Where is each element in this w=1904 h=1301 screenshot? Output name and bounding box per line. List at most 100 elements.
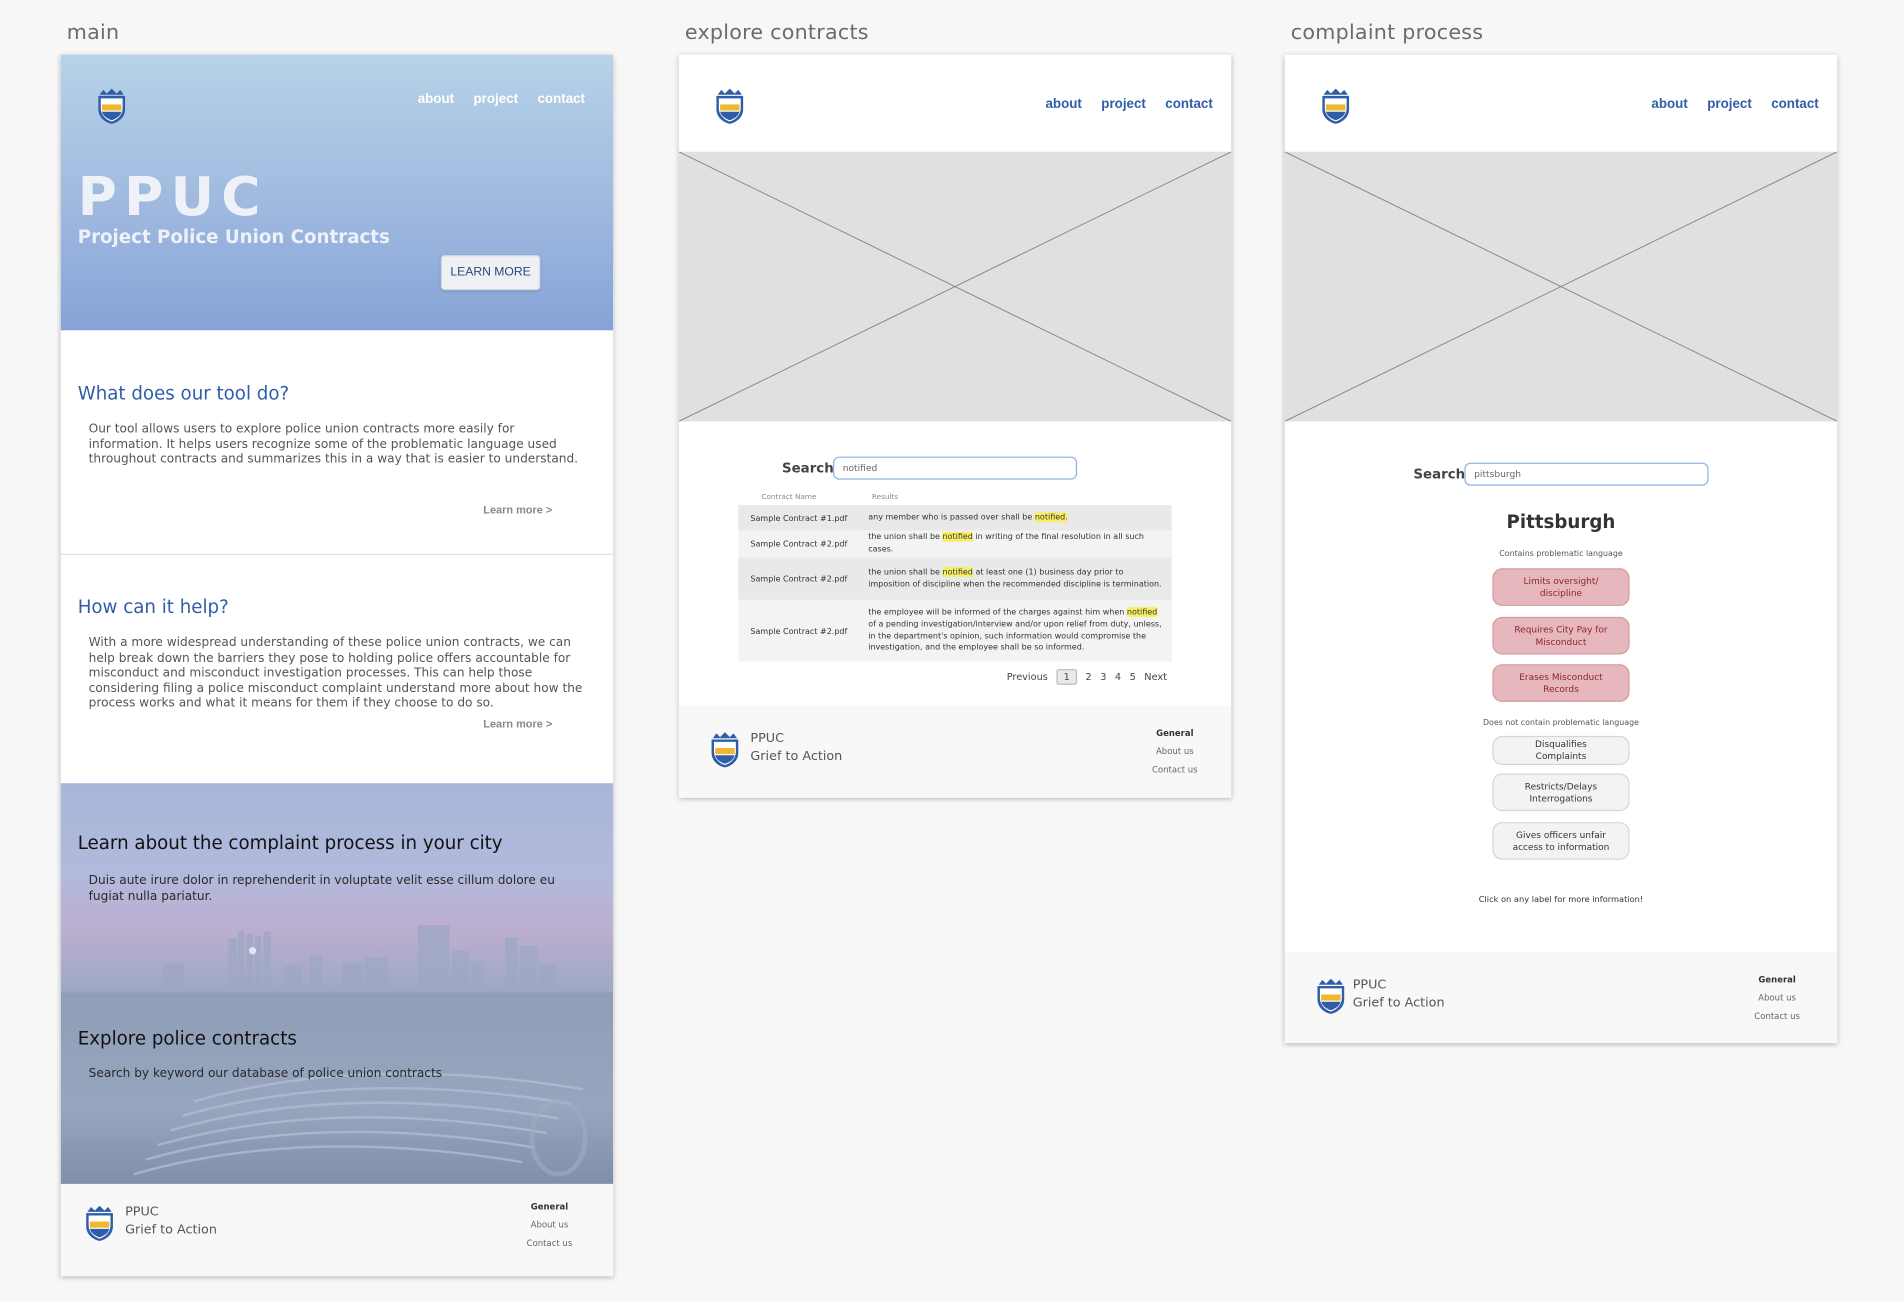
hero-banner: about project contact PPUC Project Polic… (60, 54, 614, 331)
footer-about-link[interactable]: About us (1750, 990, 1805, 1008)
nav-project[interactable]: project (1707, 97, 1752, 112)
footer-about-link[interactable]: About us (1148, 743, 1203, 761)
tag-unfair-access[interactable]: Gives officers unfair access to informat… (1492, 822, 1630, 860)
footer: PPUC Grief to Action General About us Co… (1284, 952, 1838, 1044)
results-table: Contract Name Results Sample Contract #1… (738, 493, 1172, 662)
column-contract-name: Contract Name (761, 493, 817, 502)
document-stack-image (133, 1072, 588, 1177)
pagination-page-4[interactable]: 4 (1115, 672, 1121, 683)
hero-title: PPUC (77, 166, 268, 229)
nav-about[interactable]: about (1651, 97, 1687, 112)
footer-general-heading: General (1156, 728, 1194, 739)
footer-contact-link[interactable]: Contact us (522, 1235, 577, 1253)
shield-logo-icon[interactable] (713, 86, 747, 125)
pagination-previous[interactable]: Previous (1007, 672, 1048, 683)
shield-logo-icon[interactable] (1319, 86, 1353, 125)
section-help-learn-more-link[interactable]: Learn more > (483, 718, 552, 730)
contract-name-cell[interactable]: Sample Contract #2.pdf (738, 539, 868, 549)
tag-city-pay[interactable]: Requires City Pay for Misconduct (1492, 616, 1630, 655)
not-contains-problematic-label: Does not contain problematic language (1482, 717, 1639, 728)
pagination: Previous 1 2 3 4 5 Next (1007, 669, 1167, 685)
complaint-process-banner[interactable]: Learn about the complaint process in you… (60, 783, 614, 993)
image-placeholder (1284, 151, 1838, 422)
section-tool-title: What does our tool do? (77, 382, 290, 405)
result-snippet: any member who is passed over shall be n… (868, 512, 1068, 522)
pagination-page-3[interactable]: 3 (1100, 672, 1106, 683)
nav-project[interactable]: project (474, 92, 519, 107)
search-label: Search (782, 460, 834, 477)
artboard-label-complaint: complaint process (1290, 20, 1484, 45)
footer-brand-name: PPUC (1352, 977, 1387, 993)
section-tool-learn-more-link[interactable]: Learn more > (483, 504, 552, 516)
explore-nav: about project contact (1046, 97, 1213, 112)
result-snippet: the union shall be notified in writing o… (868, 532, 1144, 554)
result-snippet: the union shall be notified at least one… (868, 566, 1162, 589)
main-nav: about project contact (418, 92, 585, 107)
label-hint-text: Click on any label for more information! (1478, 894, 1644, 905)
nav-about[interactable]: about (1046, 97, 1082, 112)
result-snippet: the employee will be informed of the cha… (868, 607, 1162, 653)
table-row[interactable]: Sample Contract #2.pdf the employee will… (738, 599, 1172, 662)
contract-name-cell[interactable]: Sample Contract #2.pdf (738, 574, 868, 584)
search-label: Search (1413, 466, 1466, 483)
footer-about-link[interactable]: About us (522, 1217, 577, 1235)
tag-disqualifies-complaints[interactable]: Disqualifies Complaints (1492, 735, 1630, 766)
keyword-highlight: notified (942, 566, 973, 577)
table-row[interactable]: Sample Contract #1.pdf any member who is… (738, 505, 1172, 531)
footer-shield-logo-icon (1317, 978, 1345, 1014)
pagination-page-5[interactable]: 5 (1130, 672, 1136, 683)
section-help-body: With a more widespread understanding of … (88, 636, 583, 711)
footer-general-heading: General (530, 1202, 569, 1212)
footer-shield-logo-icon (711, 732, 739, 768)
nav-contact[interactable]: contact (537, 92, 585, 107)
nav-contact[interactable]: contact (1771, 97, 1819, 112)
footer-tagline: Grief to Action (750, 749, 843, 764)
explore-contracts-banner[interactable]: Explore police contracts Search by keywo… (60, 992, 614, 1184)
contract-name-cell[interactable]: Sample Contract #2.pdf (738, 626, 868, 636)
artboard-label-explore: explore contracts (684, 20, 869, 45)
tag-limits-oversight[interactable]: Limits oversight/ discipline (1492, 568, 1630, 606)
contains-problematic-label: Contains problematic language (1499, 548, 1623, 559)
hero-subtitle: Project Police Union Contracts (77, 225, 390, 248)
explore-section-title: Explore police contracts (77, 1027, 297, 1050)
contract-name-cell[interactable]: Sample Contract #1.pdf (738, 513, 868, 523)
pagination-page-1[interactable]: 1 (1056, 669, 1078, 685)
image-placeholder (678, 151, 1232, 422)
artboard-label-main: main (66, 20, 120, 45)
section-help-title: How can it help? (77, 596, 229, 619)
footer-general-heading: General (1758, 975, 1796, 985)
search-input[interactable]: pittsburgh (1464, 462, 1709, 486)
search-input[interactable]: notified (833, 456, 1078, 480)
footer: PPUC Grief to Action General About us Co… (678, 705, 1232, 798)
complaint-section-body: Duis aute irure dolor in reprehenderit i… (88, 874, 555, 903)
footer-shield-logo-icon (86, 1205, 113, 1242)
results-rows: Sample Contract #1.pdf any member who is… (738, 505, 1172, 662)
pagination-page-2[interactable]: 2 (1086, 672, 1092, 683)
keyword-highlight: notified (1126, 607, 1158, 618)
column-results: Results (871, 493, 899, 502)
footer-tagline: Grief to Action (1352, 995, 1445, 1011)
footer-brand-name: PPUC (125, 1204, 159, 1220)
keyword-highlight: notified. (1034, 512, 1068, 522)
table-row[interactable]: Sample Contract #2.pdf the union shall b… (738, 530, 1172, 558)
artboard-main: about project contact PPUC Project Polic… (60, 54, 614, 1277)
footer-contact-link[interactable]: Contact us (1148, 761, 1203, 779)
footer-contact-link[interactable]: Contact us (1750, 1008, 1805, 1026)
shield-logo-icon[interactable] (95, 86, 129, 125)
nav-project[interactable]: project (1101, 97, 1146, 112)
learn-more-button[interactable]: LEARN MORE (440, 255, 541, 291)
pagination-next[interactable]: Next (1144, 672, 1167, 683)
section-tool-body: Our tool allows users to explore police … (88, 422, 579, 467)
nav-contact[interactable]: contact (1165, 97, 1213, 112)
results-table-header: Contract Name Results (738, 493, 1172, 505)
tag-erases-records[interactable]: Erases Misconduct Records (1492, 664, 1630, 702)
footer: PPUC Grief to Action General About us Co… (60, 1183, 614, 1277)
tag-restricts-interrogations[interactable]: Restricts/Delays Interrogations (1492, 773, 1630, 812)
table-row[interactable]: Sample Contract #2.pdf the union shall b… (738, 557, 1172, 600)
footer-tagline: Grief to Action (125, 1222, 217, 1238)
nav-about[interactable]: about (418, 92, 454, 107)
section-divider (60, 553, 614, 555)
artboard-explore: about project contact Search notified Co… (678, 54, 1232, 798)
city-title: Pittsburgh (1506, 511, 1616, 534)
artboard-complaint: about project contact Search pittsburgh … (1284, 54, 1838, 1044)
